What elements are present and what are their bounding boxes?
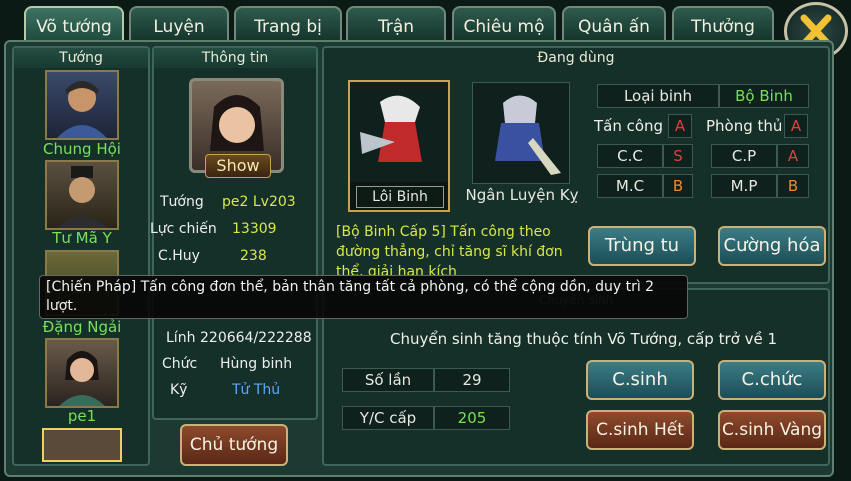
tab-luyen[interactable]: Luyện	[129, 6, 229, 42]
unit-card-ngan-luyen-ky[interactable]	[472, 82, 570, 184]
level-value: 205	[434, 406, 510, 430]
command-label: C.Huy	[158, 248, 200, 264]
tab-chieu-mo[interactable]: Chiêu mộ	[452, 6, 556, 42]
unit-card-loi-binh[interactable]: Lôi Binh	[348, 80, 450, 212]
level-label: Y/C cấp	[342, 406, 434, 430]
attack-label: Tấn công	[594, 117, 664, 135]
mp-grade: B	[777, 174, 809, 198]
times-value: 29	[434, 368, 510, 392]
power-label: Lực chiến	[150, 221, 217, 237]
unit-name: Ngân Luyện Kỵ	[465, 186, 579, 204]
cc-grade: S	[663, 144, 693, 168]
info-title: Thông tin	[154, 48, 316, 68]
tab-vo-tuong[interactable]: Võ tướng	[24, 6, 124, 42]
rank-value: Hùng binh	[220, 356, 293, 372]
mc-label: M.C	[597, 174, 663, 198]
general-label: Tướng	[160, 194, 204, 210]
type-value: Bộ Binh	[719, 84, 809, 108]
rebirth-description: Chuyển sinh tăng thuộc tính Võ Tướng, cấ…	[390, 330, 778, 348]
unit-name: Lôi Binh	[356, 186, 444, 208]
command-value: 238	[240, 248, 267, 264]
troops-value: 220664/222288	[200, 330, 312, 346]
general-portrait-tu-ma-y[interactable]	[45, 160, 119, 230]
attack-grade: A	[668, 114, 692, 138]
general-name: pe1	[67, 407, 97, 425]
train-button[interactable]: Trùng tu	[588, 226, 696, 266]
show-button[interactable]: Show	[205, 154, 271, 178]
tab-trang-bi[interactable]: Trang bị	[234, 6, 342, 42]
defense-grade: A	[784, 114, 808, 138]
tab-quan-an[interactable]: Quân ấn	[562, 6, 666, 42]
general-name: Tư Mã Y	[52, 229, 112, 247]
cp-label: C.P	[711, 144, 777, 168]
times-label: Số lần	[342, 368, 434, 392]
skill-value: Tử Thủ	[232, 382, 281, 398]
type-label: Loại binh	[597, 84, 719, 108]
power-value: 13309	[232, 221, 277, 237]
general-portrait-pe1[interactable]	[45, 338, 119, 408]
defense-label: Phòng thủ	[706, 117, 783, 135]
tab-thuong[interactable]: Thưởng	[672, 6, 774, 42]
general-name: Chung Hội	[43, 140, 121, 158]
enhance-button[interactable]: Cường hóa	[718, 226, 826, 266]
general-name: Đặng Ngải	[42, 318, 122, 336]
rebirth-gold-button[interactable]: C.sinh Vàng	[718, 410, 826, 450]
generals-title: Tướng	[14, 48, 148, 68]
troops-label: Lính	[166, 330, 196, 346]
mc-grade: B	[663, 174, 693, 198]
general-portrait-selected[interactable]	[42, 428, 122, 462]
cc-label: C.C	[597, 144, 663, 168]
using-title: Đang dùng	[537, 50, 615, 66]
rebirth-button[interactable]: C.sinh	[586, 360, 694, 400]
skill-tooltip: [Chiến Pháp] Tấn công đơn thể, bản thân …	[39, 275, 688, 319]
general-portrait-chung-hoi[interactable]	[45, 70, 119, 140]
tab-tran[interactable]: Trận	[346, 6, 446, 42]
skill-label: Kỹ	[170, 382, 188, 398]
rank-button[interactable]: C.chức	[718, 360, 826, 400]
mp-label: M.P	[711, 174, 777, 198]
main-general-button[interactable]: Chủ tướng	[180, 424, 288, 466]
unit-description: [Bộ Binh Cấp 5] Tấn công theo đường thẳn…	[336, 224, 563, 276]
rebirth-all-button[interactable]: C.sinh Hết	[586, 410, 694, 450]
general-value: pe2 Lv203	[222, 194, 296, 210]
rank-label: Chức	[162, 356, 198, 372]
cp-grade: A	[777, 144, 809, 168]
